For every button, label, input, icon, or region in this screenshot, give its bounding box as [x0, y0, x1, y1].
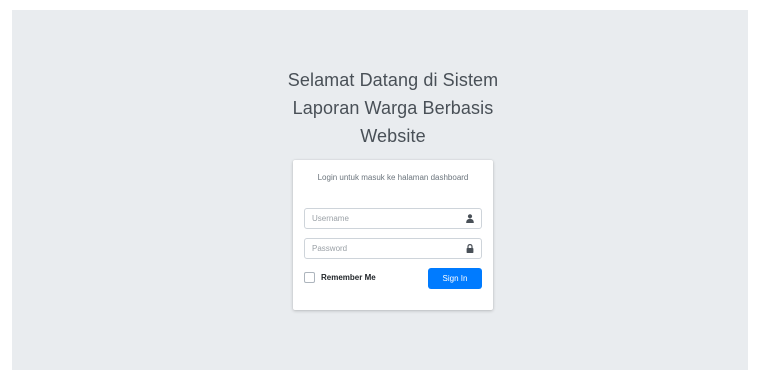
- remember-me-label[interactable]: Remember Me: [321, 273, 376, 282]
- login-message: Login untuk masuk ke halaman dashboard: [317, 173, 469, 182]
- password-input[interactable]: [305, 239, 459, 258]
- lock-icon: [459, 239, 481, 258]
- sign-in-button[interactable]: Sign In: [428, 268, 482, 289]
- password-field-group: [304, 238, 482, 259]
- login-title: Selamat Datang di Sistem Laporan Warga B…: [273, 66, 513, 150]
- login-title-line-1: Selamat Datang di Sistem: [287, 70, 499, 90]
- login-title-line-2: Laporan Warga Berbasis: [292, 98, 494, 118]
- user-icon: [459, 209, 481, 228]
- username-input[interactable]: [305, 209, 459, 228]
- username-field-group: [304, 208, 482, 229]
- login-box: Selamat Datang di Sistem Laporan Warga B…: [288, 66, 498, 310]
- remember-me: Remember Me: [304, 272, 376, 283]
- remember-me-checkbox[interactable]: [304, 272, 315, 283]
- login-card: Login untuk masuk ke halaman dashboard U…: [293, 160, 493, 310]
- login-title-line-3: Website: [360, 126, 426, 146]
- page-background: Selamat Datang di Sistem Laporan Warga B…: [12, 10, 748, 370]
